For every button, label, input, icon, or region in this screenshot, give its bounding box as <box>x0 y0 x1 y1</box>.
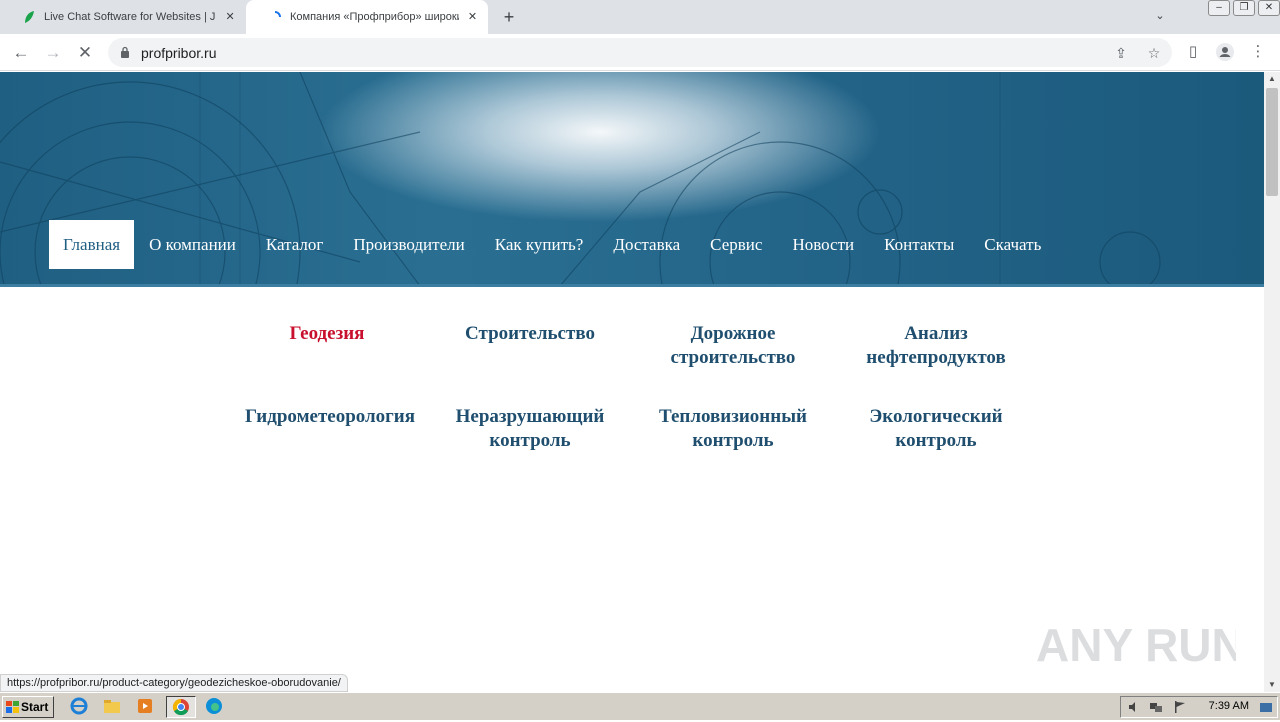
new-tab-button[interactable]: + <box>498 6 520 28</box>
close-window-button[interactable]: ✕ <box>1258 0 1280 16</box>
category-link-hydrometeorology[interactable]: Гидрометеорология <box>230 405 430 429</box>
tab-title: Компания «Профприбор» широкий <box>290 11 459 23</box>
category-link-oil-analysis[interactable]: Анализ нефтепродуктов <box>836 322 1036 370</box>
anyrun-watermark-logo: ANY RUN <box>1036 619 1236 671</box>
scroll-up-arrow-icon[interactable]: ▲ <box>1264 72 1280 86</box>
scroll-down-arrow-icon[interactable]: ▼ <box>1264 678 1280 692</box>
nav-item-how-to-buy[interactable]: Как купить? <box>480 220 599 269</box>
folder-icon[interactable] <box>101 696 125 718</box>
profile-avatar-icon[interactable] <box>1215 42 1235 62</box>
lock-icon <box>121 46 129 58</box>
ie-icon[interactable] <box>68 696 92 718</box>
media-player-icon[interactable] <box>134 696 158 718</box>
category-link-construction[interactable]: Строительство <box>430 322 630 346</box>
nav-item-service[interactable]: Сервис <box>695 220 777 269</box>
windows-taskbar: Start 7:39 AM <box>0 692 1280 720</box>
browser-toolbar: ← → ✕ profpribor.ru ⇪ ☆ ▯ ⋮ <box>0 34 1280 71</box>
windows-flag-icon <box>6 701 19 713</box>
category-link-ecology[interactable]: Экологический контроль <box>836 405 1036 453</box>
status-bar-url: https://profpribor.ru/product-category/g… <box>0 674 348 692</box>
page-viewport: Главная О компании Каталог Производители… <box>0 72 1264 692</box>
scroll-thumb[interactable] <box>1266 88 1278 196</box>
menu-kebab-icon[interactable]: ⋮ <box>1248 42 1268 62</box>
back-arrow-icon[interactable]: ← <box>10 42 32 64</box>
restore-button[interactable]: ❐ <box>1233 0 1255 16</box>
show-desktop-icon[interactable] <box>1259 700 1273 714</box>
tab-profpribor[interactable]: Компания «Профприбор» широкий ✕ <box>246 0 488 34</box>
nav-item-manufacturers[interactable]: Производители <box>338 220 479 269</box>
tab-close-icon[interactable]: ✕ <box>465 9 480 25</box>
volume-icon[interactable] <box>1127 700 1141 714</box>
tab-title: Live Chat Software for Websites | Ji <box>44 11 217 23</box>
tab-close-icon[interactable]: ✕ <box>222 9 238 25</box>
forward-arrow-icon[interactable]: → <box>42 42 64 64</box>
start-label: Start <box>21 700 49 714</box>
bookmark-star-icon[interactable]: ☆ <box>1146 45 1162 61</box>
nav-item-catalog[interactable]: Каталог <box>251 220 339 269</box>
address-bar[interactable]: profpribor.ru ⇪ ☆ <box>108 38 1172 67</box>
side-panel-icon[interactable]: ▯ <box>1183 42 1203 62</box>
leaf-icon <box>25 11 34 23</box>
nav-item-delivery[interactable]: Доставка <box>598 220 695 269</box>
nav-item-contacts[interactable]: Контакты <box>869 220 969 269</box>
start-button[interactable]: Start <box>2 696 54 718</box>
site-header: Главная О компании Каталог Производители… <box>0 72 1264 286</box>
clock: 7:39 AM <box>1208 700 1249 712</box>
minimize-button[interactable]: ‒ <box>1208 0 1230 16</box>
main-navigation: Главная О компании Каталог Производители… <box>49 220 1056 269</box>
chrome-icon[interactable] <box>166 696 196 718</box>
category-link-geodesy[interactable]: Геодезия <box>227 322 427 346</box>
header-divider <box>0 284 1264 287</box>
window-controls: ‒ ❐ ✕ <box>1205 0 1280 18</box>
tab-search-chevron-icon[interactable]: ⌄ <box>1152 9 1168 25</box>
url-text: profpribor.ru <box>141 45 217 61</box>
nav-item-download[interactable]: Скачать <box>969 220 1056 269</box>
stop-loading-icon[interactable]: ✕ <box>74 42 96 64</box>
edge-icon[interactable] <box>203 696 227 718</box>
share-icon[interactable]: ⇪ <box>1113 45 1129 61</box>
page-scrollbar[interactable]: ▲ ▼ <box>1264 72 1280 692</box>
network-icon[interactable] <box>1149 700 1163 714</box>
tab-livechat[interactable]: Live Chat Software for Websites | Ji ✕ <box>0 0 246 34</box>
category-link-road-construction[interactable]: Дорожное строительство <box>633 322 833 370</box>
tab-strip: Live Chat Software for Websites | Ji ✕ К… <box>0 0 1280 34</box>
loading-spinner-icon <box>274 11 281 18</box>
category-link-ndt[interactable]: Неразрушающий контроль <box>430 405 630 453</box>
system-tray: 7:39 AM <box>1120 696 1278 718</box>
category-link-thermal[interactable]: Тепловизионный контроль <box>633 405 833 453</box>
nav-item-news[interactable]: Новости <box>777 220 869 269</box>
nav-item-about[interactable]: О компании <box>134 220 251 269</box>
watermark-text: ANY RUN <box>1036 619 1236 671</box>
flag-notification-icon[interactable] <box>1173 700 1187 714</box>
nav-item-home[interactable]: Главная <box>49 220 135 269</box>
